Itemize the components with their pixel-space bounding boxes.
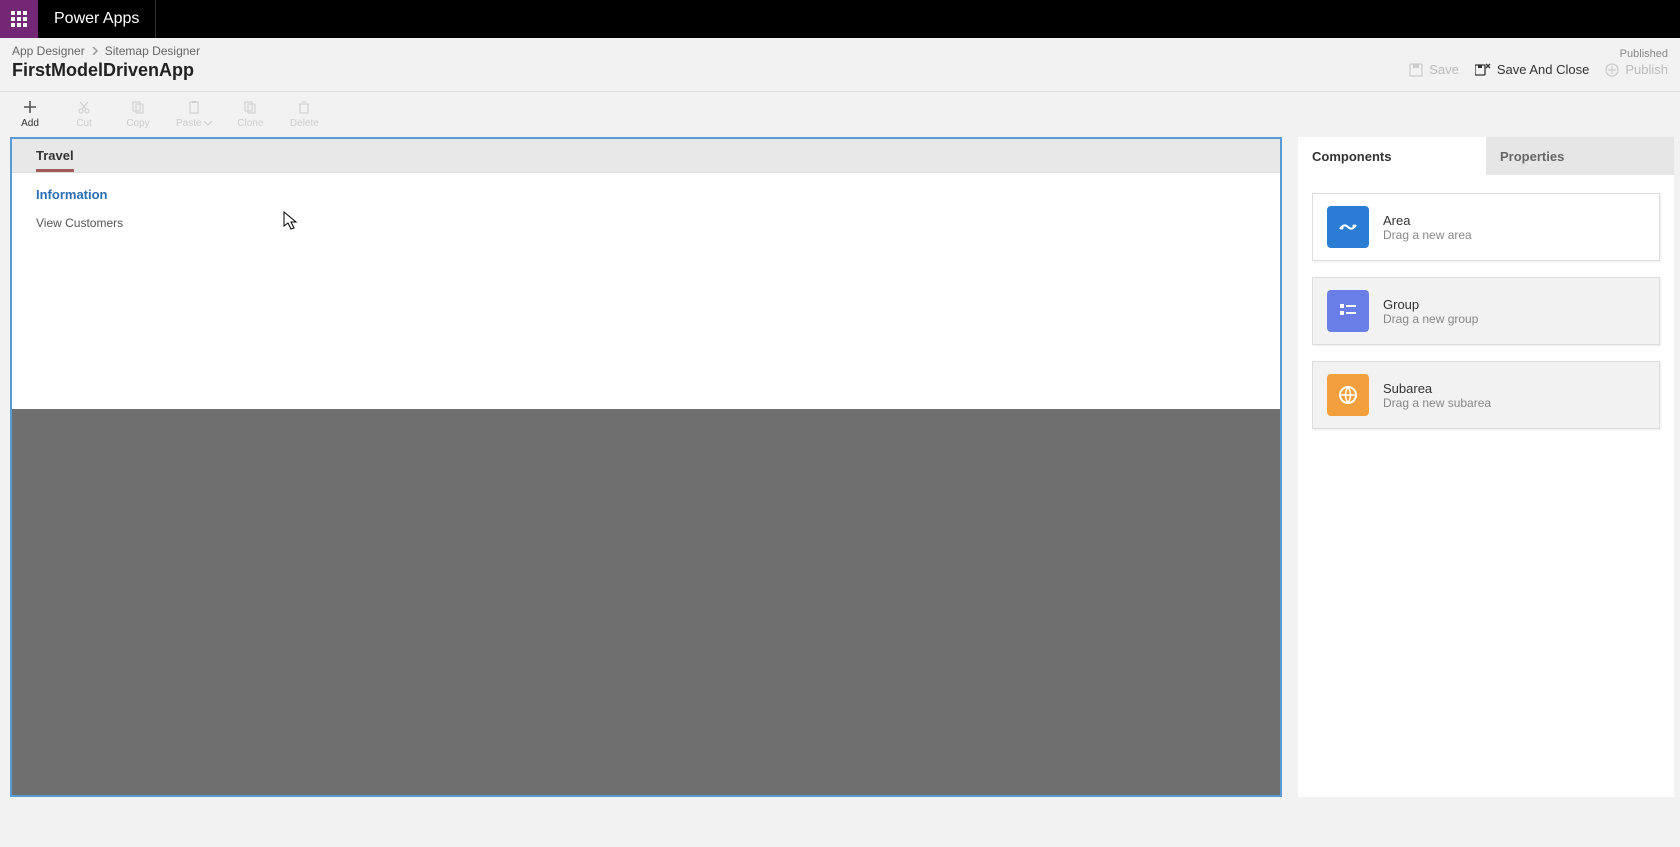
- publish-button: Publish: [1605, 62, 1668, 77]
- area-icon: [1327, 206, 1369, 248]
- component-group-title: Group: [1383, 297, 1478, 312]
- delete-label: Delete: [290, 118, 319, 129]
- top-bar: Power Apps: [0, 0, 1680, 38]
- page-title: FirstModelDrivenApp: [12, 60, 200, 81]
- group-title-information[interactable]: Information: [36, 187, 1256, 202]
- save-close-icon: [1475, 63, 1491, 77]
- cut-label: Cut: [76, 118, 92, 129]
- subarea-icon: [1327, 374, 1369, 416]
- brand-label: Power Apps: [38, 0, 156, 38]
- copy-icon: [131, 98, 145, 116]
- plus-icon: [23, 98, 37, 116]
- save-and-close-button[interactable]: Save And Close: [1475, 62, 1590, 77]
- chevron-right-icon: [91, 44, 99, 58]
- area-tab-travel[interactable]: Travel: [36, 148, 74, 172]
- copy-button: Copy: [116, 96, 160, 131]
- add-button[interactable]: Add: [8, 96, 52, 131]
- add-label: Add: [21, 118, 39, 129]
- breadcrumb-app-designer[interactable]: App Designer: [12, 44, 85, 58]
- scissors-icon: [77, 98, 91, 116]
- breadcrumb-sitemap-designer[interactable]: Sitemap Designer: [105, 44, 200, 58]
- breadcrumb: App Designer Sitemap Designer: [12, 44, 200, 58]
- publish-label: Publish: [1625, 62, 1668, 77]
- clone-icon: [243, 98, 257, 116]
- component-group[interactable]: Group Drag a new group: [1312, 277, 1660, 345]
- save-label: Save: [1429, 62, 1459, 77]
- paste-label: Paste: [176, 118, 212, 129]
- waffle-icon: [11, 11, 27, 27]
- publish-icon: [1605, 63, 1619, 77]
- save-button: Save: [1409, 62, 1459, 77]
- delete-button: Delete: [282, 96, 326, 131]
- paste-button: Paste: [170, 96, 218, 131]
- group-panel[interactable]: Information View Customers: [12, 173, 1280, 409]
- save-icon: [1409, 63, 1423, 77]
- component-area-desc: Drag a new area: [1383, 228, 1472, 242]
- trash-icon: [297, 98, 311, 116]
- component-area-title: Area: [1383, 213, 1472, 228]
- group-icon: [1327, 290, 1369, 332]
- clone-button: Clone: [228, 96, 272, 131]
- clipboard-icon: [187, 98, 201, 116]
- component-area[interactable]: Area Drag a new area: [1312, 193, 1660, 261]
- area-bar: Travel: [12, 139, 1280, 173]
- canvas-empty-area[interactable]: [12, 409, 1280, 795]
- copy-label: Copy: [126, 118, 149, 129]
- cut-button: Cut: [62, 96, 106, 131]
- tab-components[interactable]: Components: [1298, 137, 1486, 175]
- clone-label: Clone: [237, 118, 263, 129]
- component-subarea[interactable]: Subarea Drag a new subarea: [1312, 361, 1660, 429]
- right-panel: Components Properties Area Drag a new ar…: [1298, 137, 1674, 797]
- subarea-view-customers[interactable]: View Customers: [36, 216, 1256, 230]
- save-close-label: Save And Close: [1497, 62, 1590, 77]
- status-badge: Published: [1620, 48, 1668, 60]
- header-row: App Designer Sitemap Designer FirstModel…: [0, 38, 1680, 92]
- sitemap-canvas[interactable]: Travel Information View Customers: [10, 137, 1282, 797]
- component-subarea-desc: Drag a new subarea: [1383, 396, 1491, 410]
- app-launcher-button[interactable]: [0, 0, 38, 38]
- component-group-desc: Drag a new group: [1383, 312, 1478, 326]
- tab-properties[interactable]: Properties: [1486, 137, 1674, 175]
- component-subarea-title: Subarea: [1383, 381, 1491, 396]
- toolbar: Add Cut Copy Paste Clone Delete: [0, 92, 1680, 137]
